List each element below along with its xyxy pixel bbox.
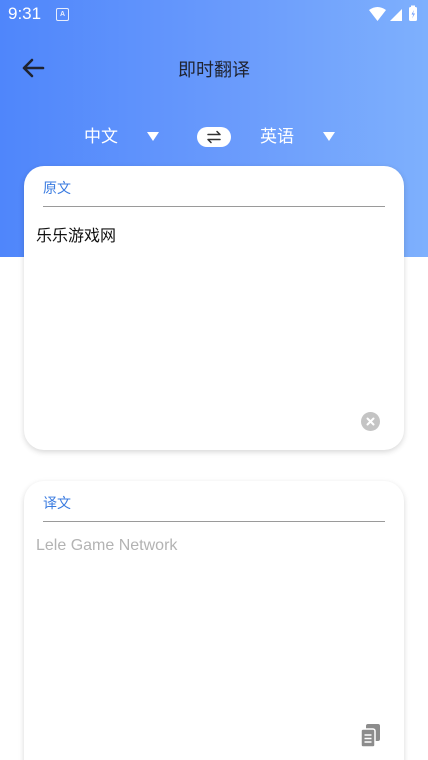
source-text-card: 原文 xyxy=(24,166,404,450)
source-text-input[interactable] xyxy=(36,222,386,402)
translation-card: 译文 Lele Game Network xyxy=(24,481,404,760)
target-language-label: 英语 xyxy=(260,127,294,147)
page-title: 即时翻译 xyxy=(178,60,250,81)
status-icons xyxy=(369,5,417,21)
clear-circle-icon xyxy=(366,417,375,426)
copy-translation-button[interactable] xyxy=(359,723,383,749)
source-language-select[interactable]: 中文 xyxy=(84,124,164,150)
translate-screen: 9:31 A 即时翻译 中文 英语 原文 乐乐游戏网 译文 Lele Game … xyxy=(0,0,428,760)
source-language-label: 中文 xyxy=(84,127,118,147)
swap-arrows-icon xyxy=(207,130,221,144)
target-language-select[interactable]: 英语 xyxy=(260,124,340,150)
caret-down-icon xyxy=(147,132,159,141)
translation-card-divider xyxy=(43,521,385,522)
clear-text-button[interactable] xyxy=(361,412,380,431)
source-card-divider xyxy=(43,206,385,207)
status-bar: 9:31 A xyxy=(0,0,428,30)
translation-output: Lele Game Network xyxy=(36,537,178,554)
caret-down-icon xyxy=(323,132,335,141)
swap-languages-button[interactable] xyxy=(197,127,231,147)
notification-app-icon: A xyxy=(56,8,69,21)
source-card-label: 原文 xyxy=(43,181,71,197)
wifi-icon xyxy=(369,7,386,21)
translation-card-label: 译文 xyxy=(43,496,71,512)
battery-icon xyxy=(409,5,417,21)
copy-icon xyxy=(360,724,380,748)
status-time: 9:31 xyxy=(8,4,42,23)
signal-icon xyxy=(390,9,402,21)
